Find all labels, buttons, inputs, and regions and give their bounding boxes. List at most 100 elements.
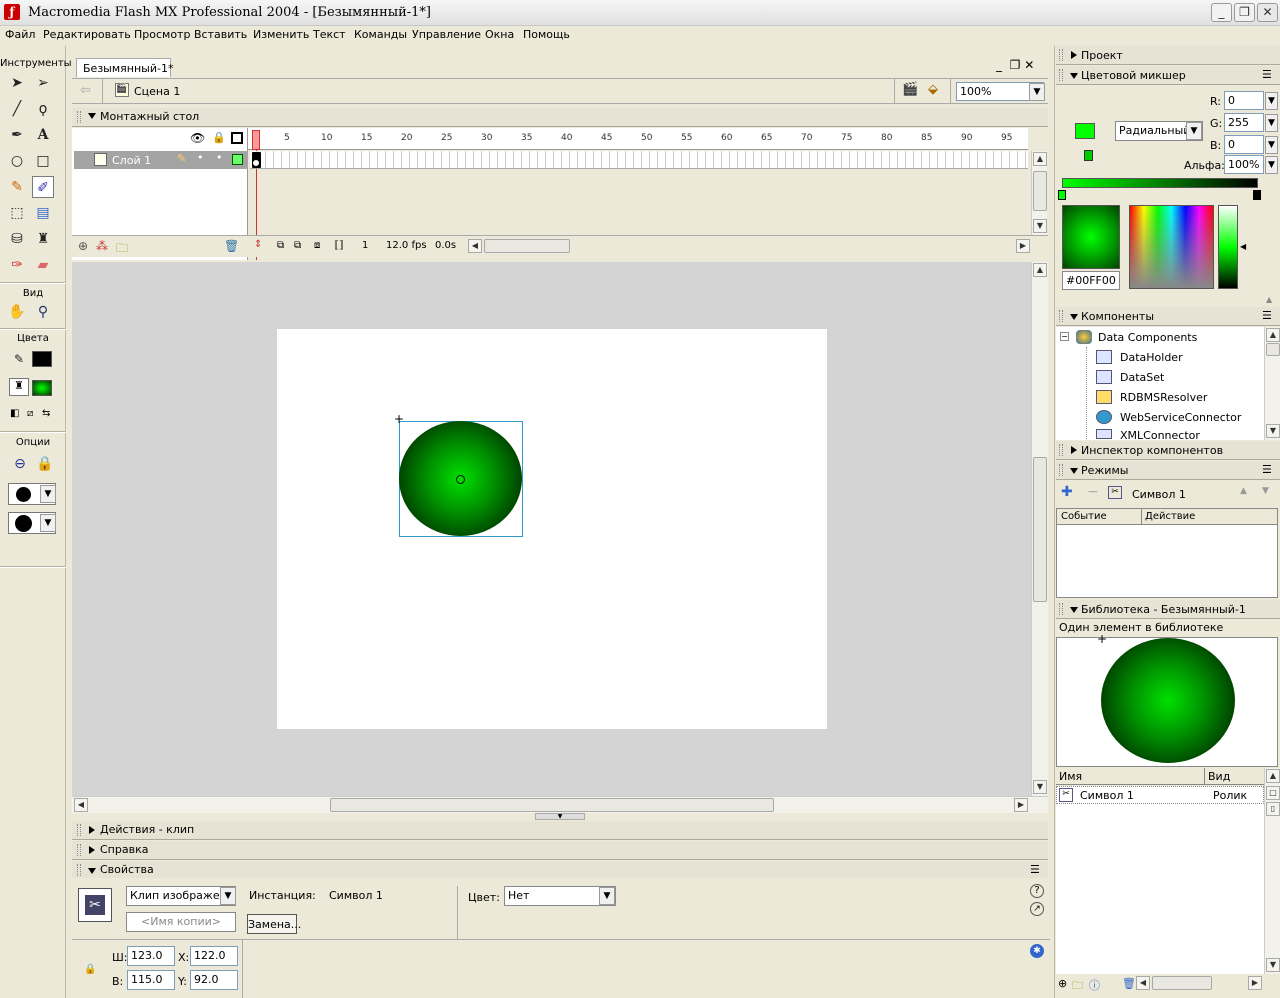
- stroke-color-swatch[interactable]: [32, 351, 52, 367]
- chevron-down-icon[interactable]: ▼: [1265, 156, 1278, 174]
- fill-color-swatch[interactable]: [32, 380, 52, 396]
- doc-window-controls[interactable]: _ ❐ ✕: [996, 58, 1034, 72]
- ink-bottle-tool-icon[interactable]: ⛁: [6, 228, 28, 250]
- mixer-fill-swatch[interactable]: [1075, 123, 1095, 139]
- scroll-right-icon[interactable]: ▶: [1016, 239, 1030, 253]
- gradient-stop-right-icon[interactable]: [1253, 190, 1261, 200]
- outline-icon[interactable]: [231, 132, 243, 144]
- scroll-up-icon[interactable]: ▲: [1033, 263, 1047, 277]
- brightness-slider[interactable]: [1218, 205, 1238, 289]
- component-item[interactable]: RDBMSResolver: [1120, 391, 1207, 404]
- menu-control[interactable]: Управление: [412, 28, 481, 41]
- brush-tool-icon[interactable]: ✐: [32, 176, 54, 198]
- scroll-thumb[interactable]: [1033, 171, 1047, 211]
- chevron-down-icon[interactable]: ▼: [1265, 136, 1278, 154]
- scroll-down-icon[interactable]: ▼: [1033, 780, 1047, 794]
- no-color-icon[interactable]: ⧄: [27, 408, 39, 420]
- rectangle-tool-icon[interactable]: □: [32, 150, 54, 172]
- chevron-down-icon[interactable]: ▼: [1029, 83, 1045, 101]
- lock-fill-icon[interactable]: 🔒: [34, 453, 56, 475]
- layer-row[interactable]: Слой 1 ✎ • •: [74, 151, 248, 169]
- swap-colors-icon[interactable]: ⇆: [42, 408, 56, 420]
- scroll-up-icon[interactable]: ▲: [1033, 152, 1047, 166]
- stage[interactable]: [277, 329, 827, 729]
- visibility-dot-icon[interactable]: •: [197, 151, 204, 164]
- components-vscroll[interactable]: ▲ ▼: [1264, 327, 1280, 440]
- panel-options-icon[interactable]: ☰: [1262, 68, 1272, 81]
- brush-shape-select[interactable]: ▼: [8, 512, 56, 534]
- menu-edit[interactable]: Редактировать: [43, 28, 131, 41]
- free-transform-tool-icon[interactable]: ⬚: [6, 202, 28, 224]
- component-item[interactable]: XMLConnector: [1120, 429, 1200, 440]
- action-column-header[interactable]: Действие: [1145, 511, 1195, 522]
- constrain-lock-icon[interactable]: 🔒: [84, 964, 96, 975]
- transform-point-icon[interactable]: [456, 475, 465, 484]
- scroll-up-icon[interactable]: ▲: [1266, 328, 1280, 342]
- scroll-left-icon[interactable]: ◀: [74, 798, 88, 812]
- menu-file[interactable]: Файл: [5, 28, 35, 41]
- kind-column-header[interactable]: Вид: [1208, 770, 1230, 783]
- new-folder-icon[interactable]: 🗀: [1072, 977, 1083, 996]
- modify-markers-icon[interactable]: ⟦⟧: [334, 240, 344, 251]
- arrow-tool-icon[interactable]: ➤: [6, 72, 28, 94]
- menu-commands[interactable]: Команды: [354, 28, 407, 41]
- text-tool-icon[interactable]: A: [32, 124, 54, 146]
- zoom-tool-icon[interactable]: ⚲: [32, 301, 54, 323]
- wide-view-icon[interactable]: □: [1266, 786, 1280, 800]
- close-button[interactable]: ✕: [1257, 3, 1278, 22]
- restore-button[interactable]: ❐: [1234, 3, 1255, 22]
- menu-insert[interactable]: Вставить: [194, 28, 247, 41]
- scroll-thumb[interactable]: [330, 798, 774, 812]
- gradient-pointer-icon[interactable]: [1084, 150, 1093, 161]
- subselect-tool-icon[interactable]: ➢: [32, 72, 54, 94]
- back-arrow-icon[interactable]: ⇦: [80, 83, 91, 98]
- hex-color-input[interactable]: #00FF00: [1062, 271, 1120, 290]
- actions-panel-header[interactable]: Действия - клип: [72, 821, 1048, 840]
- add-behavior-icon[interactable]: ✚: [1061, 484, 1073, 500]
- scroll-left-icon[interactable]: ◀: [468, 239, 482, 253]
- component-inspector-header[interactable]: Инспектор компонентов: [1056, 441, 1280, 460]
- properties-icon[interactable]: ⓘ: [1089, 977, 1100, 993]
- minimize-button[interactable]: _: [1211, 3, 1232, 22]
- event-column-header[interactable]: Событие: [1061, 511, 1107, 522]
- behaviors-panel-header[interactable]: Режимы ☰: [1056, 461, 1280, 480]
- chevron-down-icon[interactable]: ▼: [1265, 92, 1278, 110]
- library-item-row[interactable]: ✂ Символ 1 Ролик: [1056, 786, 1264, 804]
- paint-bucket-tool-icon[interactable]: ♜: [32, 228, 54, 250]
- resize-grip-icon[interactable]: ▲: [1266, 295, 1272, 304]
- lasso-tool-icon[interactable]: ϙ: [32, 98, 54, 120]
- insert-folder-icon[interactable]: 🗀: [116, 239, 128, 260]
- fill-transform-tool-icon[interactable]: ▤: [32, 202, 54, 224]
- accessibility-icon[interactable]: ✱: [1030, 944, 1044, 958]
- library-vscroll[interactable]: ▲ □ ▯ ▼: [1264, 768, 1280, 974]
- edit-in-place-icon[interactable]: ↗: [1030, 902, 1044, 916]
- panel-options-icon[interactable]: ☰: [1030, 863, 1040, 876]
- component-item[interactable]: DataSet: [1120, 371, 1164, 384]
- color-mixer-header[interactable]: Цветовой микшер ☰: [1056, 66, 1280, 85]
- brush-mode-icon[interactable]: ⊖: [9, 453, 31, 475]
- panel-splitter[interactable]: ▼: [535, 813, 585, 820]
- menu-modify[interactable]: Изменить: [253, 28, 309, 41]
- chevron-down-icon[interactable]: ▼: [599, 887, 615, 905]
- brightness-pointer-icon[interactable]: ◀: [1240, 242, 1246, 251]
- hand-tool-icon[interactable]: ✋: [6, 301, 28, 323]
- scroll-right-icon[interactable]: ▶: [1014, 798, 1028, 812]
- help-panel-header[interactable]: Справка: [72, 841, 1048, 860]
- delete-layer-icon[interactable]: 🗑: [224, 239, 239, 253]
- remove-behavior-icon[interactable]: −: [1087, 484, 1099, 500]
- alpha-input[interactable]: 100%: [1224, 155, 1264, 174]
- blue-input[interactable]: 0: [1224, 135, 1264, 154]
- help-icon[interactable]: ?: [1030, 884, 1044, 898]
- instance-name-input[interactable]: <Имя копии>: [126, 912, 236, 932]
- menu-view[interactable]: Просмотр: [134, 28, 190, 41]
- lock-icon[interactable]: 🔒: [212, 131, 226, 144]
- scroll-right-icon[interactable]: ▶: [1248, 976, 1262, 990]
- scroll-up-icon[interactable]: ▲: [1266, 769, 1280, 783]
- oval-tool-icon[interactable]: ○: [6, 150, 28, 172]
- edit-multiple-icon[interactable]: ⧈: [314, 240, 320, 251]
- chevron-down-icon[interactable]: ▼: [1186, 122, 1202, 140]
- name-column-header[interactable]: Имя: [1059, 770, 1082, 783]
- component-item[interactable]: WebServiceConnector: [1120, 411, 1241, 424]
- height-input[interactable]: 115.0: [127, 970, 175, 990]
- scroll-down-icon[interactable]: ▼: [1033, 219, 1047, 233]
